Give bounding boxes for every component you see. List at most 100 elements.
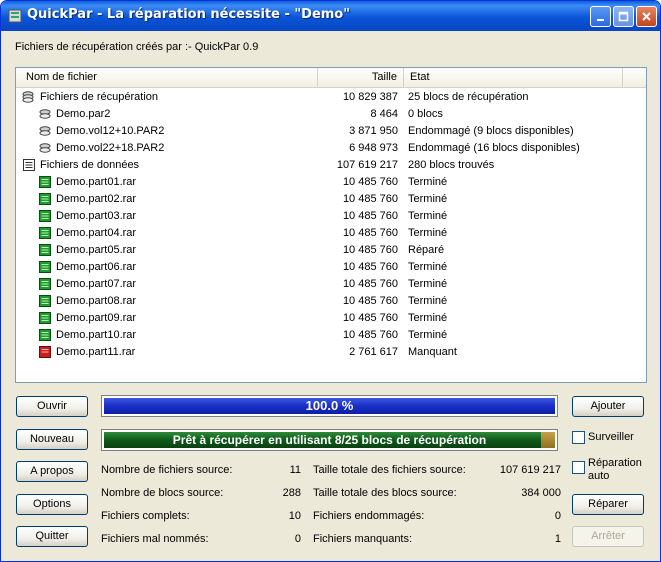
- list-item[interactable]: Demo.part06.rar 10 485 760 Terminé: [16, 259, 646, 276]
- list-item[interactable]: Demo.vol12+10.PAR2 3 871 950 Endommagé (9 …: [16, 123, 646, 140]
- file-state: Terminé: [408, 329, 448, 341]
- list-header: Nom de fichier Taille Etat: [16, 68, 646, 88]
- maximize-icon: [618, 11, 629, 22]
- file-size: 10 485 760: [342, 278, 398, 290]
- file-size: 10 485 760: [342, 261, 398, 273]
- file-state: 0 blocs: [408, 108, 443, 120]
- missing-files-value: 1: [554, 533, 561, 545]
- file-name: Demo.vol22+18.PAR2: [56, 142, 165, 154]
- file-name: Demo.part11.rar: [56, 346, 136, 358]
- progress-bar: 100.0 %: [101, 395, 558, 417]
- source-files-label: Nombre de fichiers source:: [101, 464, 233, 476]
- auto-repair-label-line1: Réparation: [588, 457, 642, 469]
- file-state: Terminé: [408, 295, 448, 307]
- file-size: 10 829 387: [342, 91, 398, 103]
- file-size: 107 619 217: [336, 159, 398, 171]
- total-source-size-label: Taille totale des fichiers source:: [313, 464, 466, 476]
- file-size: 6 948 973: [349, 142, 398, 154]
- complete-files-value: 10: [288, 510, 301, 522]
- file-name: Demo.vol12+10.PAR2: [56, 125, 165, 137]
- watch-label: Surveiller: [588, 431, 634, 443]
- quit-button[interactable]: Quitter: [16, 526, 88, 547]
- list-item[interactable]: Demo.part11.rar 2 761 617 Manquant: [16, 344, 646, 361]
- file-state: Endommagé (9 blocs disponibles): [408, 125, 574, 137]
- open-button[interactable]: Ouvrir: [16, 396, 88, 417]
- column-header-state[interactable]: Etat: [404, 68, 623, 87]
- title-bar[interactable]: QuickPar - La réparation nécessite - "De…: [1, 1, 660, 31]
- list-item[interactable]: Demo.vol22+18.PAR2 6 948 973 Endommagé (16…: [16, 140, 646, 157]
- file-list[interactable]: Nom de fichier Taille Etat Fichiers de r…: [15, 67, 647, 383]
- list-item[interactable]: Demo.part07.rar 10 485 760 Terminé: [16, 276, 646, 293]
- missing-file-icon: [38, 345, 52, 359]
- minimize-button[interactable]: [590, 6, 611, 27]
- auto-repair-checkbox[interactable]: [572, 461, 585, 474]
- file-state: Terminé: [408, 193, 448, 205]
- progress-text: 100.0 %: [305, 398, 354, 413]
- auto-repair-label-line2: auto: [588, 470, 610, 482]
- missing-files-label: Fichiers manquants:: [313, 533, 413, 545]
- close-icon: [642, 12, 651, 21]
- file-name: Demo.part04.rar: [56, 227, 137, 239]
- ok-file-icon: [38, 243, 52, 257]
- file-state: Terminé: [408, 210, 448, 222]
- file-size: 10 485 760: [342, 176, 398, 188]
- file-state: Terminé: [408, 278, 448, 290]
- options-button[interactable]: Options: [16, 494, 88, 515]
- file-name: Demo.part03.rar: [56, 210, 137, 222]
- ok-file-icon: [38, 209, 52, 223]
- list-item[interactable]: Demo.part04.rar 10 485 760 Terminé: [16, 225, 646, 242]
- list-item[interactable]: Demo.part10.rar 10 485 760 Terminé: [16, 327, 646, 344]
- stop-button[interactable]: Arrêter: [572, 526, 644, 547]
- client-area: Fichiers de récupération créés par :- Qu…: [1, 31, 660, 561]
- quickpar-window: QuickPar - La réparation nécessite - "De…: [0, 0, 661, 562]
- damaged-files-value: 0: [554, 510, 561, 522]
- file-name: Demo.part01.rar: [56, 176, 137, 188]
- quickpar-app-icon: [8, 9, 22, 23]
- file-size: 10 485 760: [342, 227, 398, 239]
- list-item[interactable]: Demo.part05.rar 10 485 760 Réparé: [16, 242, 646, 259]
- minimize-icon: [597, 19, 604, 21]
- file-state: Manquant: [408, 346, 457, 358]
- list-item[interactable]: Demo.part09.rar 10 485 760 Terminé: [16, 310, 646, 327]
- file-name: Demo.part09.rar: [56, 312, 137, 324]
- list-item[interactable]: Demo.part08.rar 10 485 760 Terminé: [16, 293, 646, 310]
- file-size: 3 871 950: [349, 125, 398, 137]
- list-group-row[interactable]: Fichiers de récupération 10 829 387 25 blo…: [16, 89, 646, 106]
- list-group-row[interactable]: Fichiers de données 107 619 217 280 blocs …: [16, 157, 646, 174]
- list-item[interactable]: Demo.part02.rar 10 485 760 Terminé: [16, 191, 646, 208]
- file-size: 10 485 760: [342, 295, 398, 307]
- column-header-name[interactable]: Nom de fichier: [16, 68, 318, 87]
- ok-file-icon: [38, 311, 52, 325]
- file-name: Demo.part05.rar: [56, 244, 137, 256]
- file-name: Demo.part02.rar: [56, 193, 137, 205]
- ok-file-icon: [38, 226, 52, 240]
- file-name: Fichiers de récupération: [40, 91, 159, 103]
- file-size: 10 485 760: [342, 329, 398, 341]
- file-size: 10 485 760: [342, 312, 398, 324]
- created-by-label: Fichiers de récupération créés par :- Qu…: [15, 41, 259, 53]
- file-state: Terminé: [408, 227, 448, 239]
- maximize-button[interactable]: [613, 6, 634, 27]
- column-header-size[interactable]: Taille: [318, 68, 404, 87]
- status-text: Prêt à récupérer en utilisant 8/25 blocs…: [172, 433, 487, 447]
- file-name: Demo.par2: [56, 108, 111, 120]
- window-title: QuickPar - La réparation nécessite - "De…: [27, 7, 351, 22]
- source-files-value: 11: [289, 464, 301, 476]
- repair-button[interactable]: Réparer: [572, 494, 644, 515]
- file-state: Endommagé (16 blocs disponibles): [408, 142, 580, 154]
- add-button[interactable]: Ajouter: [572, 396, 644, 417]
- complete-files-label: Fichiers complets:: [101, 510, 190, 522]
- file-name: Demo.part10.rar: [56, 329, 137, 341]
- list-item[interactable]: Demo.part03.rar 10 485 760 Terminé: [16, 208, 646, 225]
- file-size: 10 485 760: [342, 210, 398, 222]
- close-button[interactable]: [636, 6, 657, 27]
- ok-file-icon: [38, 294, 52, 308]
- list-item[interactable]: Demo.par2 8 464 0 blocs: [16, 106, 646, 123]
- watch-checkbox[interactable]: [572, 431, 585, 444]
- file-name: Demo.part08.rar: [56, 295, 137, 307]
- par-file-icon: [38, 141, 52, 155]
- about-button[interactable]: A propos: [16, 461, 88, 482]
- file-state: 25 blocs de récupération: [408, 91, 529, 103]
- new-button[interactable]: Nouveau: [16, 429, 88, 450]
- list-item[interactable]: Demo.part01.rar 10 485 760 Terminé: [16, 174, 646, 191]
